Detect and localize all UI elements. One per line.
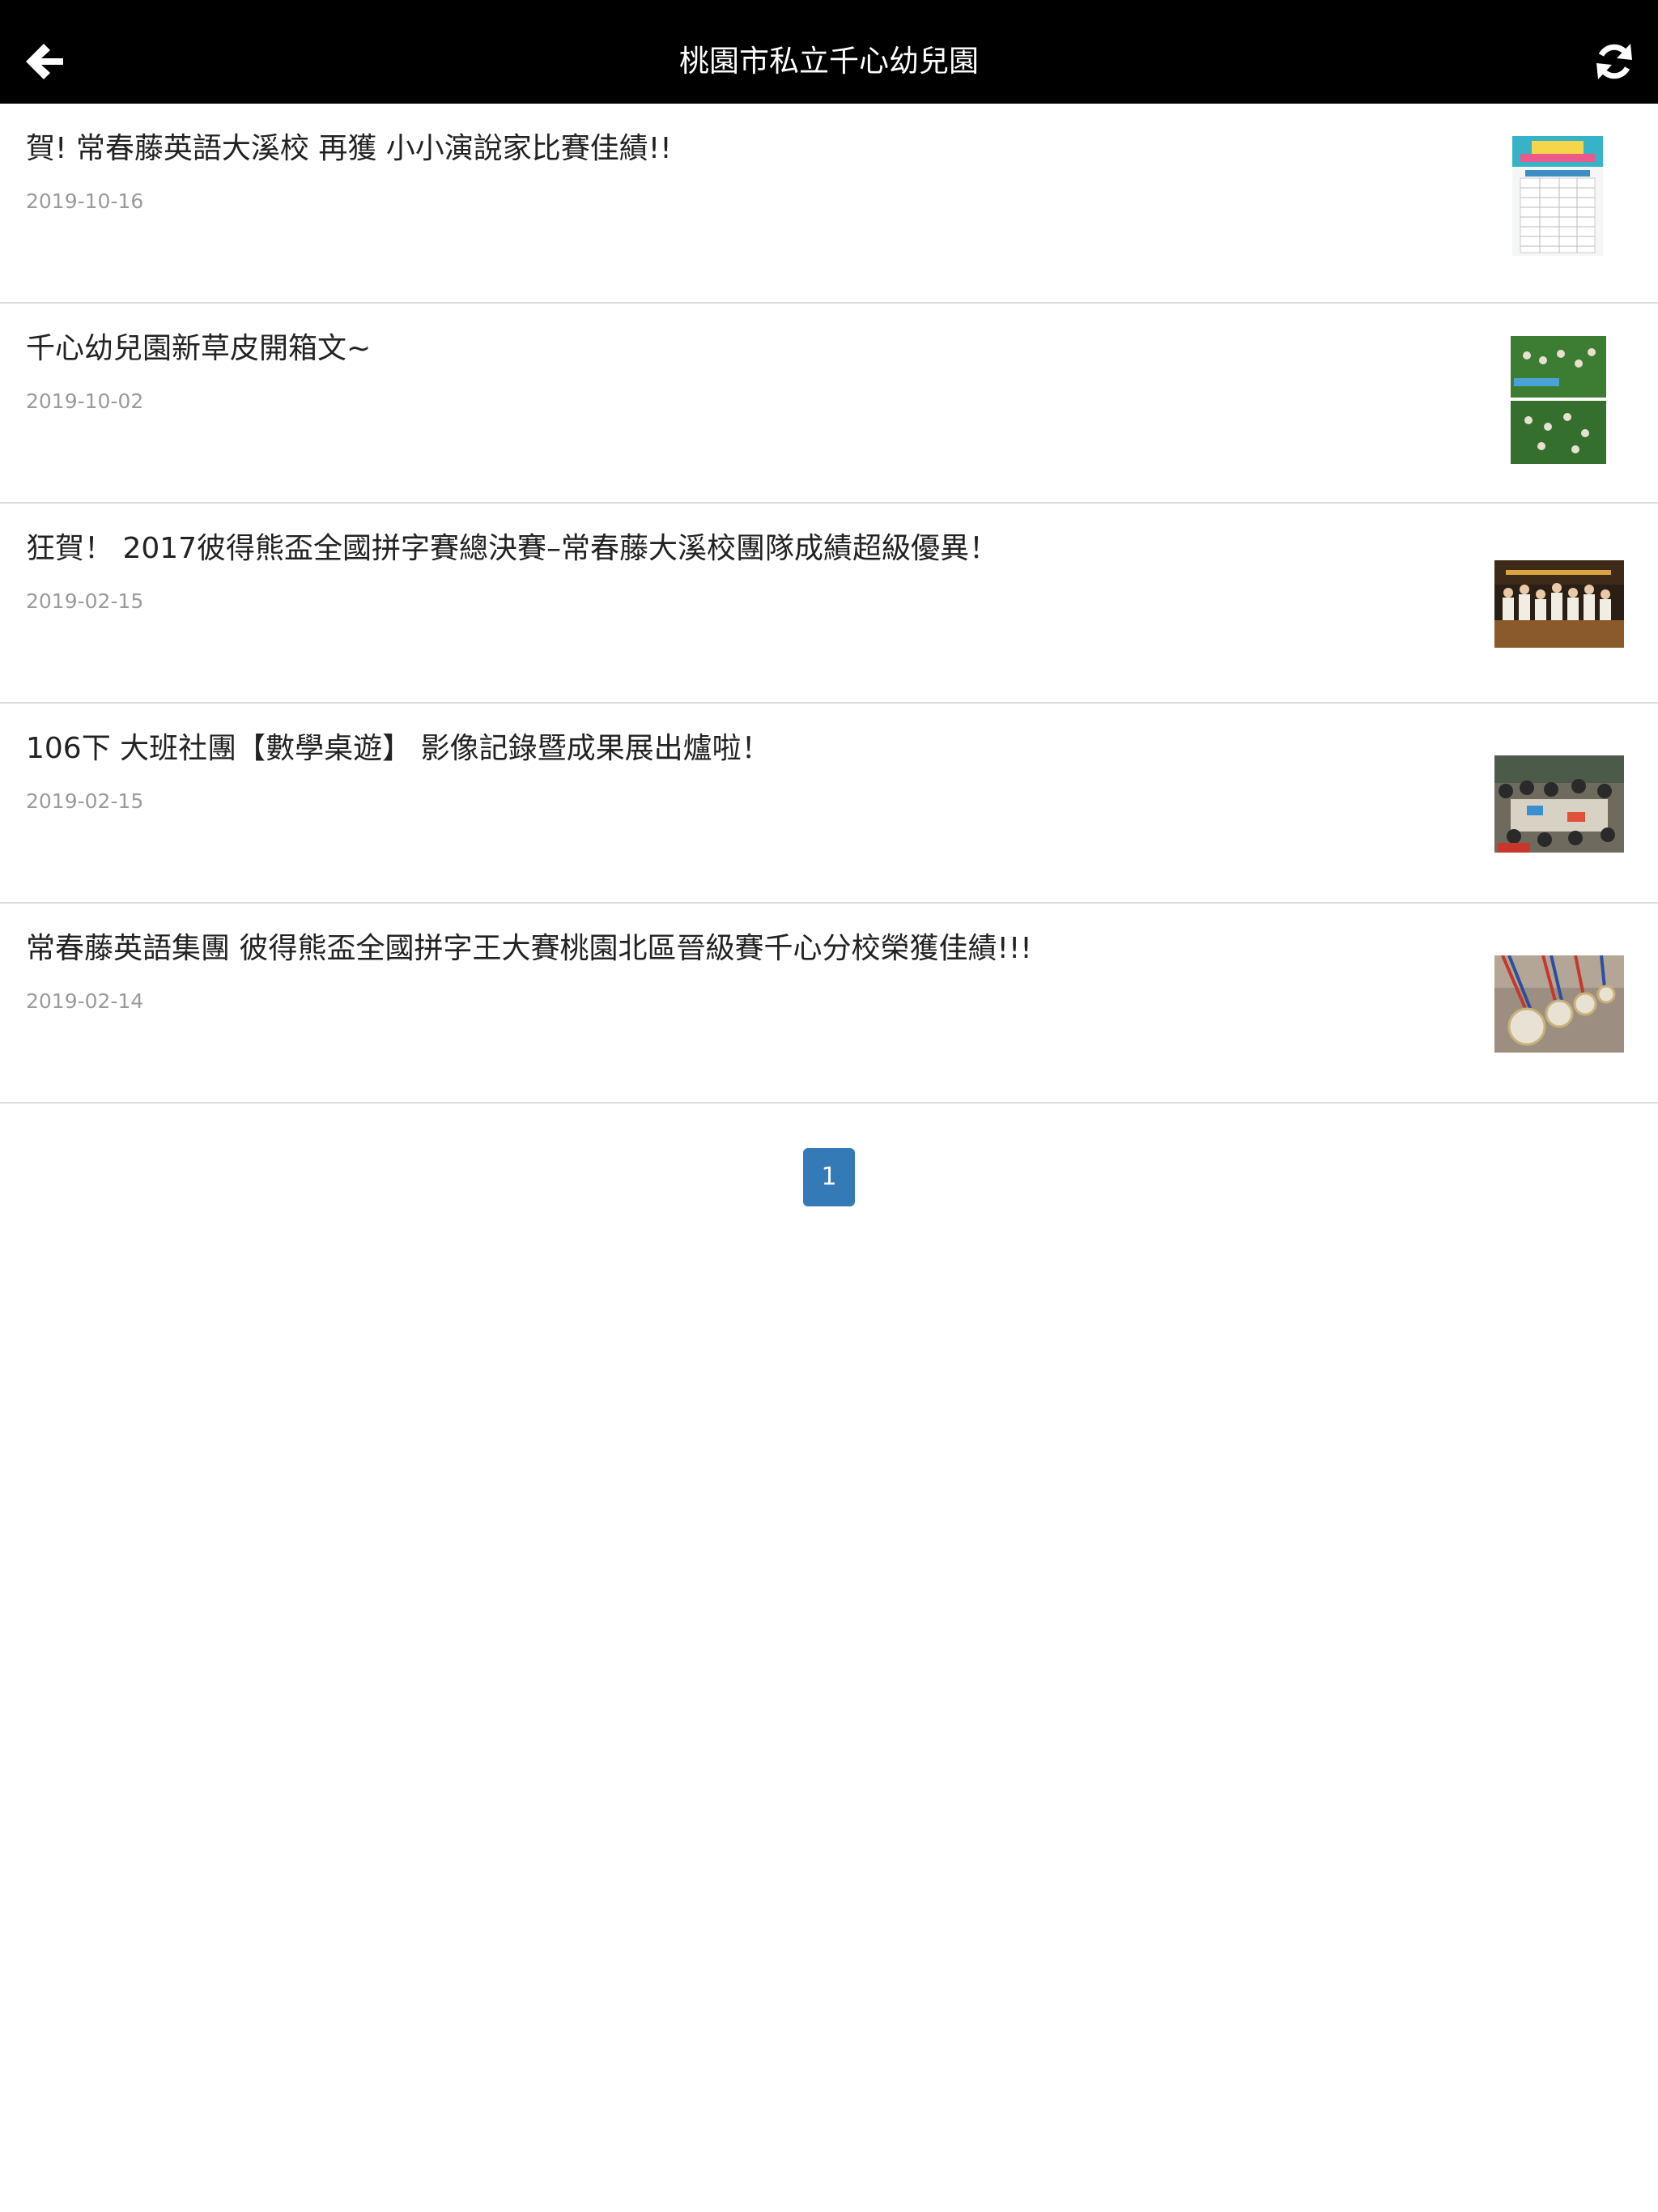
top-bar: 桃園市私立千心幼兒園 bbox=[0, 0, 1658, 104]
thumbnail-image bbox=[1494, 560, 1624, 648]
page-title: 桃園市私立千心幼兒園 bbox=[679, 44, 979, 79]
item-date: 2019-10-16 bbox=[26, 189, 144, 213]
item-text: 千心幼兒園新草皮開箱文~ 2019-10-02 bbox=[26, 330, 1451, 415]
item-date: 2019-02-15 bbox=[26, 589, 144, 613]
list-item[interactable]: 千心幼兒園新草皮開箱文~ 2019-10-02 bbox=[0, 304, 1658, 504]
list-item[interactable]: 106下 大班社團【數學桌遊】 影像記錄暨成果展出爐啦！ 2019-02-15 bbox=[0, 704, 1658, 904]
item-date: 2019-02-15 bbox=[26, 789, 144, 813]
thumbnail-image bbox=[1512, 136, 1603, 256]
item-text: 賀! 常春藤英語大溪校 再獲 小小演說家比賽佳績!! 2019-10-16 bbox=[26, 130, 1451, 215]
item-title: 常春藤英語集團 彼得熊盃全國拼字王大賽桃園北區晉級賽千心分校榮獲佳績!!! bbox=[26, 932, 1032, 965]
item-date: 2019-02-14 bbox=[26, 989, 144, 1013]
item-title: 狂賀！ 2017彼得熊盃全國拼字賽總決賽–常春藤大溪校團隊成績超級優異！ bbox=[26, 532, 999, 565]
thumbnail-image bbox=[1494, 755, 1624, 853]
refresh-icon[interactable] bbox=[1590, 37, 1639, 86]
list-item[interactable]: 狂賀！ 2017彼得熊盃全國拼字賽總決賽–常春藤大溪校團隊成績超級優異！ 201… bbox=[0, 504, 1658, 704]
item-text: 106下 大班社團【數學桌遊】 影像記錄暨成果展出爐啦！ 2019-02-15 bbox=[26, 730, 1451, 815]
item-date: 2019-10-02 bbox=[26, 389, 144, 413]
item-text: 狂賀！ 2017彼得熊盃全國拼字賽總決賽–常春藤大溪校團隊成績超級優異！ 201… bbox=[26, 530, 1451, 615]
list-item[interactable]: 常春藤英語集團 彼得熊盃全國拼字王大賽桃園北區晉級賽千心分校榮獲佳績!!! 20… bbox=[0, 904, 1658, 1104]
item-title: 106下 大班社團【數學桌遊】 影像記錄暨成果展出爐啦！ bbox=[26, 732, 771, 765]
pagination-page-button[interactable]: 1 bbox=[803, 1148, 855, 1206]
item-title: 千心幼兒園新草皮開箱文~ bbox=[26, 332, 372, 365]
thumbnail-image bbox=[1494, 955, 1624, 1053]
article-list: 賀! 常春藤英語大溪校 再獲 小小演說家比賽佳績!! 2019-10-16 千心… bbox=[0, 104, 1658, 1104]
item-title: 賀! 常春藤英語大溪校 再獲 小小演說家比賽佳績!! bbox=[26, 132, 672, 165]
thumbnail-image bbox=[1511, 336, 1606, 464]
list-item[interactable]: 賀! 常春藤英語大溪校 再獲 小小演說家比賽佳績!! 2019-10-16 bbox=[0, 104, 1658, 304]
item-text: 常春藤英語集團 彼得熊盃全國拼字王大賽桃園北區晉級賽千心分校榮獲佳績!!! 20… bbox=[26, 929, 1451, 1015]
